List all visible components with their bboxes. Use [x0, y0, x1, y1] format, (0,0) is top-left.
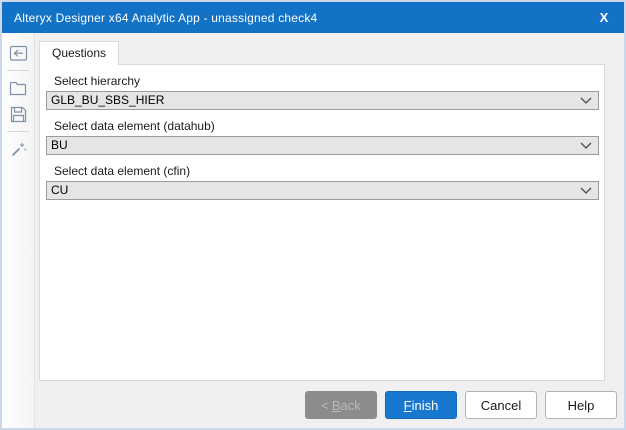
chevron-down-icon [580, 97, 592, 104]
select-hierarchy-label: Select hierarchy [54, 74, 141, 88]
finish-button-rest: inish [411, 397, 439, 413]
select-datahub-value: BU [51, 138, 68, 152]
back-button-rest: ack [340, 397, 361, 413]
dialog-button-row: < Back Finish Cancel Help [35, 391, 617, 419]
tab-label: Questions [52, 46, 107, 60]
select-hierarchy-dropdown[interactable]: GLB_BU_SBS_HIER [46, 91, 599, 110]
toolbar-separator [7, 131, 29, 132]
save-icon[interactable] [7, 103, 29, 125]
help-button[interactable]: Help [545, 391, 617, 419]
dialog-body: Questions Select hierarchy GLB_BU_SBS_HI… [2, 33, 624, 428]
finish-button-mnemonic: F [403, 397, 412, 413]
select-datahub-dropdown[interactable]: BU [46, 136, 599, 155]
back-button-prefix: < [321, 397, 329, 413]
chevron-down-icon [580, 187, 592, 194]
main-area: Questions Select hierarchy GLB_BU_SBS_HI… [35, 33, 624, 428]
question-group-hierarchy: Select hierarchy GLB_BU_SBS_HIER [46, 74, 599, 110]
close-button[interactable]: X [584, 2, 624, 33]
select-hierarchy-value: GLB_BU_SBS_HIER [51, 93, 165, 107]
questions-panel: Select hierarchy GLB_BU_SBS_HIER Select … [39, 64, 605, 381]
open-folder-icon[interactable] [7, 77, 29, 99]
select-cfin-label: Select data element (cfin) [54, 164, 191, 178]
toolbar-separator [7, 70, 29, 71]
back-panel-icon[interactable] [7, 42, 29, 64]
select-cfin-dropdown[interactable]: CU [46, 181, 599, 200]
chevron-down-icon [580, 142, 592, 149]
window-title: Alteryx Designer x64 Analytic App - unas… [14, 10, 318, 25]
close-icon: X [599, 10, 609, 25]
back-button-mnemonic: B [331, 397, 341, 413]
tab-questions[interactable]: Questions [39, 41, 120, 65]
cancel-button[interactable]: Cancel [465, 391, 537, 419]
back-button: < Back [305, 391, 377, 419]
left-toolbar [2, 33, 35, 428]
app-window: Alteryx Designer x64 Analytic App - unas… [0, 0, 626, 430]
select-datahub-label: Select data element (datahub) [54, 119, 215, 133]
select-cfin-value: CU [51, 183, 69, 197]
question-group-cfin: Select data element (cfin) CU [46, 164, 599, 200]
question-group-datahub: Select data element (datahub) BU [46, 119, 599, 155]
magic-wand-icon[interactable] [7, 138, 29, 160]
titlebar[interactable]: Alteryx Designer x64 Analytic App - unas… [2, 2, 624, 33]
finish-button[interactable]: Finish [385, 391, 457, 419]
